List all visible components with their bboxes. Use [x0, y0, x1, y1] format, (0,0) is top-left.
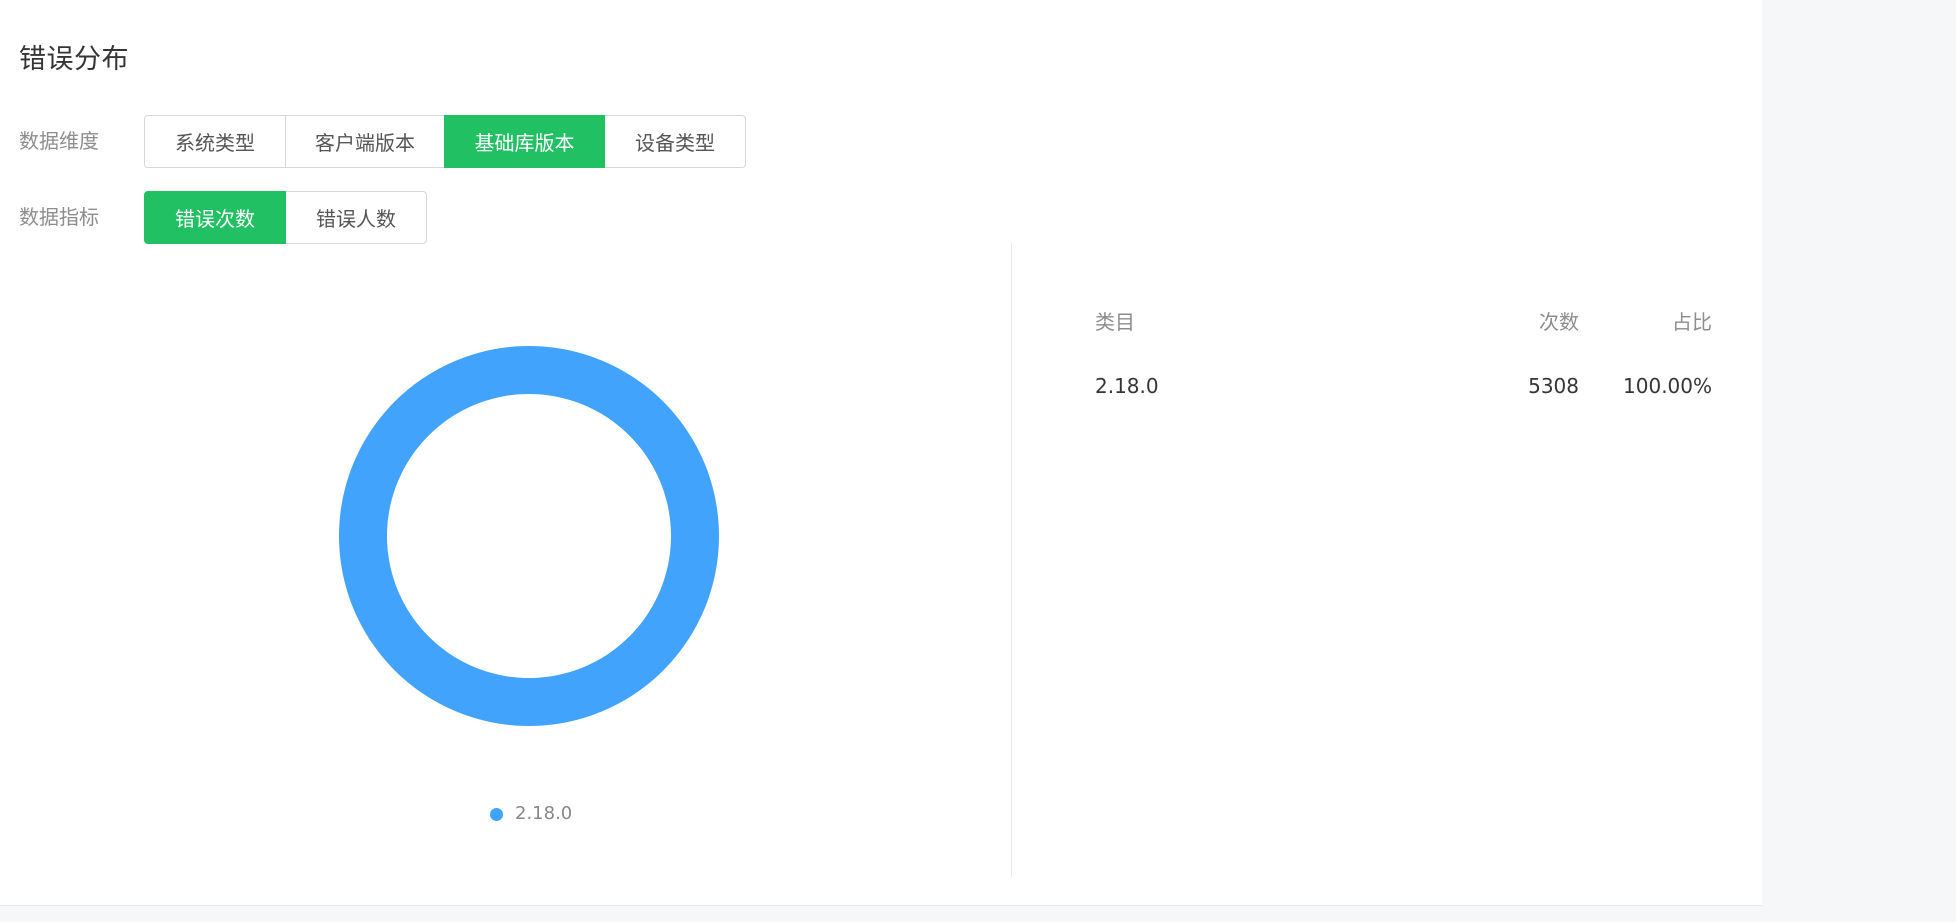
dimension-label: 数据维度 — [19, 129, 99, 153]
metric-button-group: 错误次数 错误人数 — [144, 191, 427, 244]
table-header-ratio: 占比 — [1672, 310, 1712, 334]
section-title: 错误分布 — [19, 44, 129, 75]
dimension-option-device-type[interactable]: 设备类型 — [604, 115, 746, 168]
table-cell-count: 5308 — [1528, 374, 1579, 398]
chart-legend[interactable]: 2.18.0 — [490, 802, 572, 826]
table-cell-category: 2.18.0 — [1095, 374, 1159, 398]
legend-label: 2.18.0 — [515, 803, 573, 824]
dimension-option-base-library-version[interactable]: 基础库版本 — [444, 115, 605, 168]
error-distribution-card: 错误分布 数据维度 系统类型 客户端版本 基础库版本 设备类型 数据指标 错误次… — [0, 0, 1762, 906]
dimension-option-os-type[interactable]: 系统类型 — [144, 115, 286, 168]
dimension-button-group: 系统类型 客户端版本 基础库版本 设备类型 — [144, 115, 746, 168]
table-header-count: 次数 — [1539, 310, 1579, 334]
panel-divider — [1011, 243, 1012, 877]
donut-slice-2-18-0[interactable] — [338, 346, 719, 726]
metric-option-error-count[interactable]: 错误次数 — [144, 191, 286, 244]
donut-chart-area — [0, 243, 1011, 877]
donut-chart — [338, 346, 719, 726]
table-cell-ratio: 100.00% — [1623, 374, 1712, 398]
legend-marker — [490, 807, 503, 821]
dimension-option-client-version[interactable]: 客户端版本 — [285, 115, 445, 168]
metric-option-error-users[interactable]: 错误人数 — [285, 191, 427, 244]
metric-label: 数据指标 — [19, 205, 99, 229]
table-header-category: 类目 — [1095, 310, 1135, 334]
